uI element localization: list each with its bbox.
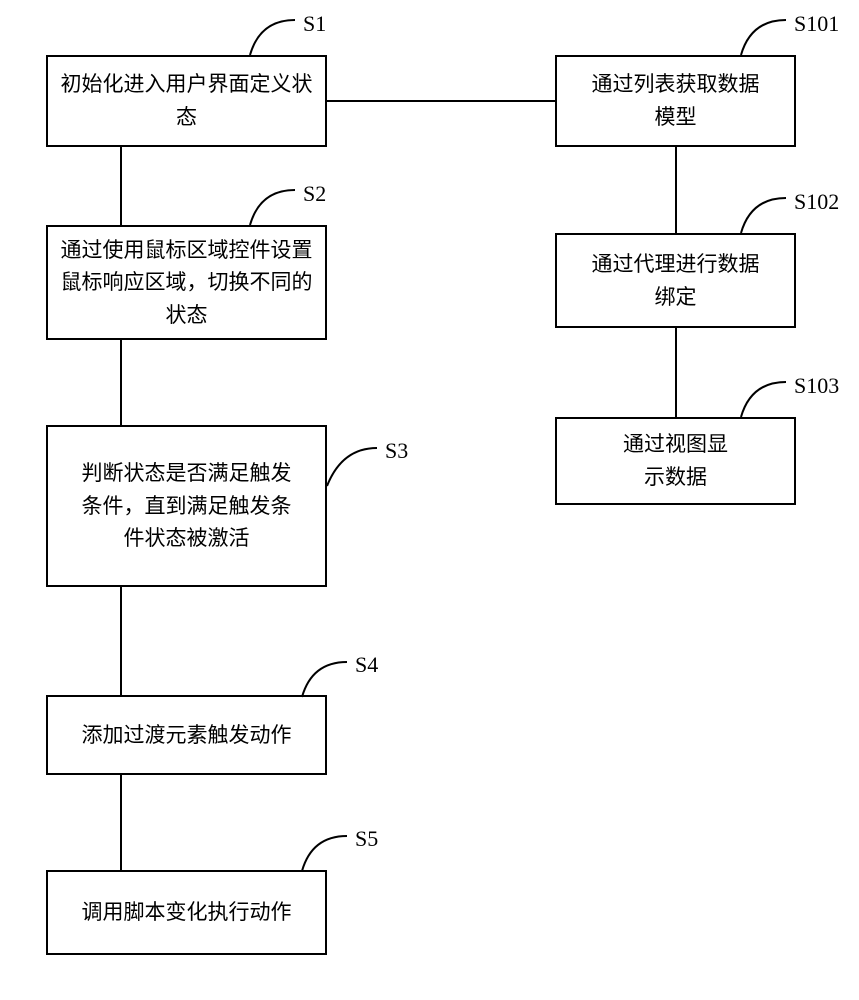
box-s5: 调用脚本变化执行动作 xyxy=(46,870,327,955)
curve-s5 xyxy=(297,833,352,873)
box-s1-text: 初始化进入用户界面定义状态 xyxy=(58,68,315,133)
curve-s101 xyxy=(731,17,791,57)
box-s1: 初始化进入用户界面定义状态 xyxy=(46,55,327,147)
box-s101: 通过列表获取数据模型 xyxy=(555,55,796,147)
connector-s102-s103 xyxy=(675,328,677,417)
connector-s2-s3 xyxy=(120,340,122,425)
label-s103: S103 xyxy=(794,373,839,399)
box-s103: 通过视图显示数据 xyxy=(555,417,796,505)
curve-s102 xyxy=(731,195,791,235)
box-s102: 通过代理进行数据绑定 xyxy=(555,233,796,328)
curve-s103 xyxy=(731,379,791,419)
box-s3: 判断状态是否满足触发条件，直到满足触发条件状态被激活 xyxy=(46,425,327,587)
label-s102: S102 xyxy=(794,189,839,215)
connector-s101-s102 xyxy=(675,147,677,233)
box-s102-text: 通过代理进行数据绑定 xyxy=(586,248,766,313)
box-s103-text: 通过视图显示数据 xyxy=(616,428,736,493)
label-s1: S1 xyxy=(303,11,326,37)
box-s101-text: 通过列表获取数据模型 xyxy=(586,68,766,133)
label-s5: S5 xyxy=(355,826,378,852)
diagram-canvas: 初始化进入用户界面定义状态 通过使用鼠标区域控件设置鼠标响应区域，切换不同的状态… xyxy=(0,0,859,1000)
connector-s1-s2 xyxy=(120,147,122,225)
label-s101: S101 xyxy=(794,11,839,37)
box-s3-text: 判断状态是否满足触发条件，直到满足触发条件状态被激活 xyxy=(82,457,292,555)
box-s4-text: 添加过渡元素触发动作 xyxy=(82,719,292,752)
label-s2: S2 xyxy=(303,181,326,207)
box-s2-text: 通过使用鼠标区域控件设置鼠标响应区域，切换不同的状态 xyxy=(58,234,315,332)
curve-s4 xyxy=(297,659,352,699)
box-s2: 通过使用鼠标区域控件设置鼠标响应区域，切换不同的状态 xyxy=(46,225,327,340)
curve-s1 xyxy=(240,17,300,57)
curve-s3 xyxy=(327,443,382,488)
label-s3: S3 xyxy=(385,438,408,464)
connector-s1-s101 xyxy=(327,100,555,102)
label-s4: S4 xyxy=(355,652,378,678)
curve-s2 xyxy=(240,187,300,227)
box-s5-text: 调用脚本变化执行动作 xyxy=(82,896,292,929)
connector-s3-s4 xyxy=(120,587,122,695)
connector-s4-s5 xyxy=(120,775,122,870)
box-s4: 添加过渡元素触发动作 xyxy=(46,695,327,775)
